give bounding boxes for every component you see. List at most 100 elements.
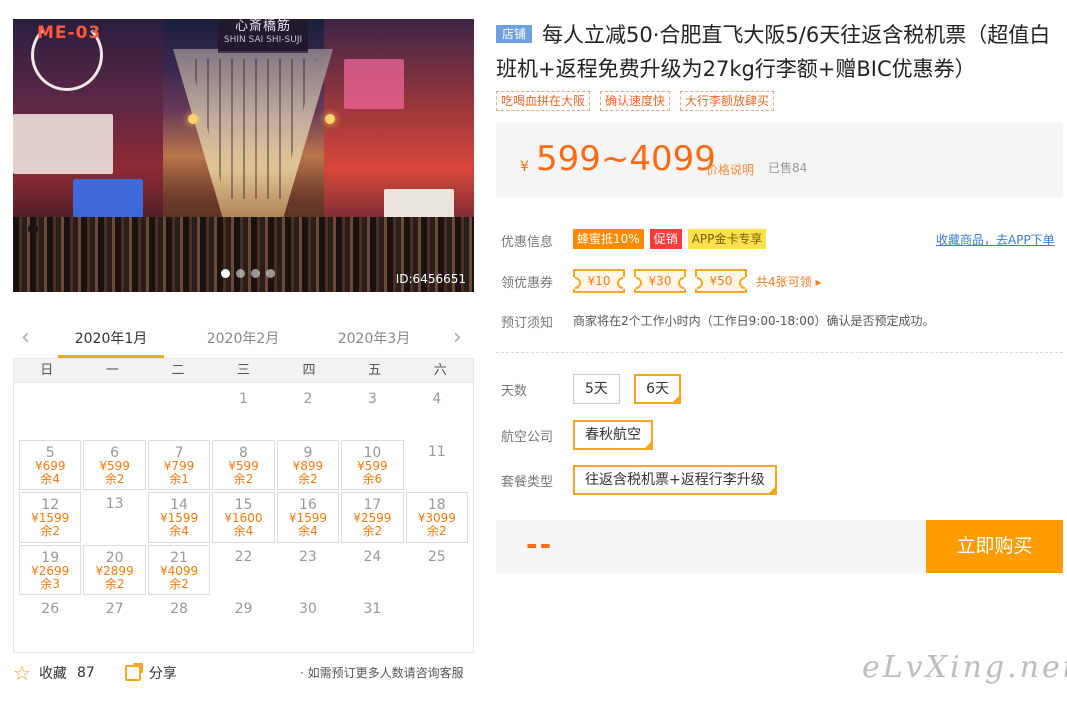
day-number: 28 [170,601,188,617]
weekday-label: 日 [40,363,54,378]
tab-month-2[interactable]: 2020年2月 [195,328,291,348]
tab-month-3[interactable]: 2020年3月 [326,328,422,348]
weekday-label: 四 [302,363,316,378]
days-label: 天数 [501,384,528,399]
calendar-day-available[interactable]: 10 ¥599 余6 [341,439,404,490]
day-number: 10 [363,444,382,461]
notice-text: 商家将在2个工作小时内（工作日9:00-18:00）确认是否预定成功。 [573,314,935,328]
price-calendar: 日一二三四五六 1 2 3 4 5 ¥699 余4 6 ¥599 余2 7 ¥799 余1 8 ¥599 余2… [13,358,474,653]
share-icon[interactable] [124,663,143,681]
notice-label: 预订须知 [501,316,554,331]
day-price: ¥4099 [159,563,199,578]
calendar-day-available[interactable]: 18 ¥3099 余2 [405,492,468,543]
product-tag: 确认速度快 [600,91,671,111]
product-tag: 吃喝血拼在大阪 [496,91,591,111]
share-button[interactable]: 分享 [149,663,177,683]
calendar-day: 4 [406,387,468,438]
consult-note: · 如需预订更多人数请咨询客服 [300,666,464,680]
photo-sign [384,189,454,219]
promo-badge: 促销 [649,229,682,249]
day-number: 18 [427,497,446,513]
calendar-day: 31 [341,597,403,648]
day-stock: 余2 [169,576,189,591]
days-option-6[interactable]: 6天 [634,374,681,404]
calendar-blank [83,387,145,438]
calendar-day-available[interactable]: 8 ¥599 余2 [212,439,275,490]
day-number: 14 [170,497,188,513]
shop-badge[interactable]: 店铺 [496,25,533,43]
days-option-5[interactable]: 5天 [573,374,620,404]
calendar-day: 25 [406,545,468,596]
day-stock: 余3 [40,576,61,591]
calendar-day: 22 [212,545,274,596]
weekday-label: 三 [236,363,250,378]
carousel-dots[interactable] [221,269,275,278]
chevron-right-icon[interactable]: › [453,324,462,352]
coupon-more-link[interactable]: 共4张可领 ▸ [756,273,821,290]
weekday-label: 六 [433,363,447,378]
day-number: 8 [239,444,248,461]
favorite-count: 87 [76,665,95,681]
promo-badges: 蜂蜜抵10% 促销 APP金卡专享 [573,229,772,249]
day-stock: 余4 [169,524,189,538]
day-number: 31 [363,601,382,617]
weekday-label: 一 [105,363,119,378]
coupon-10[interactable]: ¥10 [573,269,625,293]
day-number: 29 [234,601,253,617]
calendar-day-available[interactable]: 6 ¥599 余2 [83,439,146,490]
buy-now-button[interactable]: 立即购买 [926,520,1063,573]
favorite-app-link[interactable]: 收藏商品，去APP下单 [936,231,1055,248]
coupon-30[interactable]: ¥30 [634,269,686,293]
day-number: 20 [105,549,124,566]
street-sign-sub: SHIN SAI SHI-SUJI [223,35,303,45]
day-number: 19 [41,549,60,566]
calendar-day-available[interactable]: 12 ¥1599 余2 [19,492,82,543]
product-photo[interactable]: 心斎橋筋 SHIN SAI SHI-SUJI ME-03 ID:6456651 [13,19,474,292]
day-number: 24 [363,548,382,565]
coupon-50[interactable]: ¥50 [695,269,747,293]
star-icon[interactable]: ☆ [13,661,31,685]
calendar-day-available[interactable]: 17 ¥2599 余2 [341,492,404,543]
product-tags: 吃喝血拼在大阪 确认速度快 大行李额放肆买 [496,91,775,111]
calendar-day-available[interactable]: 16 ¥1599 余4 [276,492,340,543]
calendar-day-available[interactable]: 21 ¥4099 余2 [147,544,211,595]
day-number: 23 [299,548,317,565]
calendar-day-available[interactable]: 14 ¥1599 余4 [147,492,211,543]
price-explain-link[interactable]: 价格说明 [706,161,754,178]
product-tag: 大行李额放肆买 [680,91,775,111]
calendar-day-available[interactable]: 19 ¥2699 余3 [19,544,82,595]
tab-month-1[interactable]: 2020年1月 [58,328,164,358]
product-title: 每人立减50·合肥直飞大阪5/6天往返含税机票（超值白班机+返程免费升级为27k… [496,23,1051,81]
calendar-day: 11 [406,440,468,491]
calendar-day: 23 [277,545,339,596]
photo-sign [13,114,113,174]
day-number: 27 [105,601,124,617]
day-number: 4 [432,391,442,407]
calendar-day-available[interactable]: 5 ¥699 余4 [19,439,82,490]
price-box: ¥ 599~4099 价格说明 已售84 [496,123,1063,197]
day-price: ¥599 [228,458,259,473]
airline-label: 航空公司 [501,430,554,445]
package-option[interactable]: 往返含税机票+返程行李升级 [573,465,777,495]
calendar-blank [19,387,81,438]
airline-option[interactable]: 春秋航空 [573,420,653,450]
price-currency: ¥ [520,159,529,175]
day-number: 6 [110,444,120,461]
carousel-dot[interactable] [251,269,260,278]
buy-bar: -- 立即购买 [496,520,1063,573]
weekday-label: 二 [171,363,185,378]
day-number: 9 [303,444,313,461]
calendar-day-available[interactable]: 20 ¥2899 余2 [83,544,146,595]
calendar-day-available[interactable]: 9 ¥899 余2 [276,439,340,490]
product-title-block: 店铺 每人立减50·合肥直飞大阪5/6天往返含税机票（超值白班机+返程免费升级为2… [496,18,1066,86]
carousel-dot[interactable] [221,269,230,278]
calendar-day-available[interactable]: 15 ¥1600 余4 [212,492,275,543]
photo-logo-text: ME-03 [37,23,102,43]
favorite-share-bar: ☆ 收藏 87 分享 [13,661,177,685]
watermark-logo: eLvXing.net [862,650,1067,685]
favorite-button[interactable]: 收藏 [39,663,67,683]
carousel-dot[interactable] [266,269,275,278]
chevron-left-icon[interactable]: ‹ [21,324,30,352]
carousel-dot[interactable] [236,269,245,278]
calendar-day-available[interactable]: 7 ¥799 余1 [147,439,211,490]
